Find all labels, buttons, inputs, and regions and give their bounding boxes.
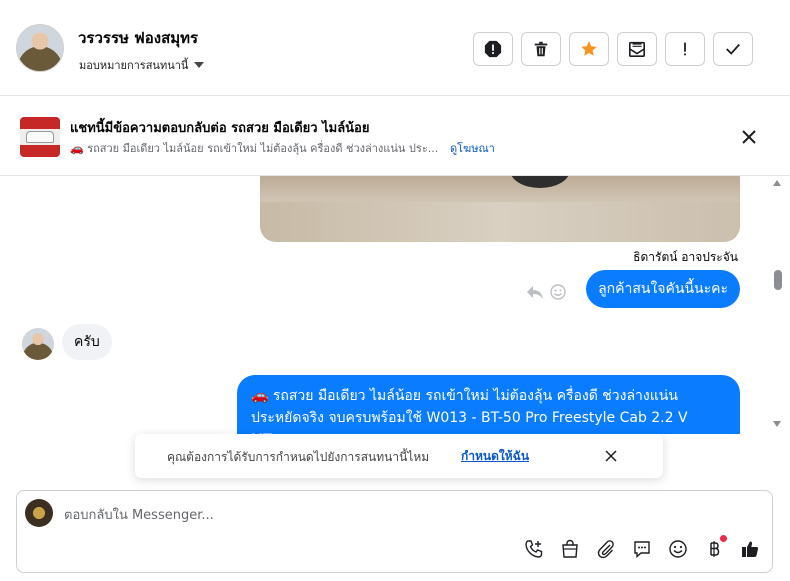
chat-bubble-icon <box>634 541 650 559</box>
incoming-message[interactable]: ครับ <box>62 324 112 360</box>
paperclip-icon <box>597 540 614 559</box>
reply-icon[interactable] <box>526 284 544 300</box>
close-icon[interactable] <box>603 448 619 464</box>
alert-octagon-icon <box>484 40 502 58</box>
mark-unread-button[interactable] <box>617 32 657 66</box>
ad-subtitle: 🚗 รถสวย มือเดียว ไมล์น้อย รถเข้าใหม่ ไม่… <box>70 142 439 155</box>
assign-prompt-toast: คุณต้องการได้รับการกำหนดไปยังการสนทนานี้… <box>135 434 663 478</box>
scroll-down-arrow[interactable] <box>773 421 781 427</box>
follow-up-button[interactable] <box>665 32 705 66</box>
baht-icon <box>710 541 720 557</box>
sender-name: ธิดารัตน์ อาจประจัน <box>633 250 738 264</box>
star-icon <box>581 41 597 56</box>
shopping-bag-icon <box>562 539 578 558</box>
page-avatar <box>25 499 53 527</box>
done-button[interactable] <box>713 32 753 66</box>
car-tire-image <box>510 176 570 188</box>
message-list[interactable]: ธิดารัตน์ อาจประจัน ลูกค้าสนใจคันนี้นะคะ… <box>0 176 790 434</box>
emoji-button[interactable] <box>667 538 689 560</box>
close-icon[interactable] <box>738 126 760 148</box>
reply-composer <box>16 490 773 573</box>
spam-button[interactable] <box>473 32 513 66</box>
mail-icon <box>628 41 646 58</box>
star-button[interactable] <box>569 32 609 66</box>
react-emoji-icon[interactable] <box>550 284 566 300</box>
outgoing-message-long[interactable]: 🚗 รถสวย มือเดียว ไมล์น้อย รถเข้าใหม่ ไม่… <box>237 375 740 434</box>
trash-icon <box>534 41 548 57</box>
thumbs-up-icon <box>742 541 759 557</box>
view-ad-link[interactable]: ดูโฆษณา <box>450 139 495 157</box>
exclamation-icon <box>684 42 686 56</box>
customer-avatar-small <box>22 328 54 360</box>
shop-button[interactable] <box>559 538 581 560</box>
reply-input[interactable] <box>64 504 754 526</box>
customer-avatar[interactable] <box>16 24 64 72</box>
message-line: 🚗 รถสวย มือเดียว ไมล์น้อย รถเข้าใหม่ ไม่… <box>251 388 678 404</box>
delete-button[interactable] <box>521 32 561 66</box>
phone-add-icon <box>525 540 543 558</box>
attach-button[interactable] <box>595 538 617 560</box>
like-button[interactable] <box>739 538 761 560</box>
call-button[interactable] <box>523 538 545 560</box>
notification-dot <box>720 535 727 542</box>
scrollbar-thumb[interactable] <box>774 270 782 290</box>
saved-replies-button[interactable] <box>631 538 653 560</box>
check-icon <box>726 43 740 55</box>
toast-text: คุณต้องการได้รับการกำหนดไปยังการสนทนานี้… <box>167 450 430 464</box>
customer-name[interactable]: วรวรรษ ฟองสมุทร <box>78 26 198 50</box>
scroll-up-arrow[interactable] <box>773 180 781 186</box>
emoji-icon <box>669 540 687 558</box>
car-image <box>26 131 54 143</box>
assign-label: มอบหมายการสนทนานี้ <box>79 59 189 72</box>
message-actions <box>526 284 566 300</box>
assign-dropdown[interactable]: มอบหมายการสนทนานี้ <box>79 56 205 74</box>
assign-to-me-link[interactable]: กำหนดให้ฉัน <box>461 447 529 466</box>
outgoing-message[interactable]: ลูกค้าสนใจคันนี้นะคะ <box>586 270 740 308</box>
ad-thumbnail[interactable] <box>20 117 60 157</box>
ad-title: แชทนี้มีข้อความตอบกลับต่อ รถสวย มือเดียว… <box>70 121 370 136</box>
caret-down-icon <box>194 62 205 68</box>
shared-photo[interactable] <box>260 176 740 242</box>
message-line: ประหยัดจริง จบครบพร้อมใช้ W013 - BT-50 P… <box>251 410 688 426</box>
